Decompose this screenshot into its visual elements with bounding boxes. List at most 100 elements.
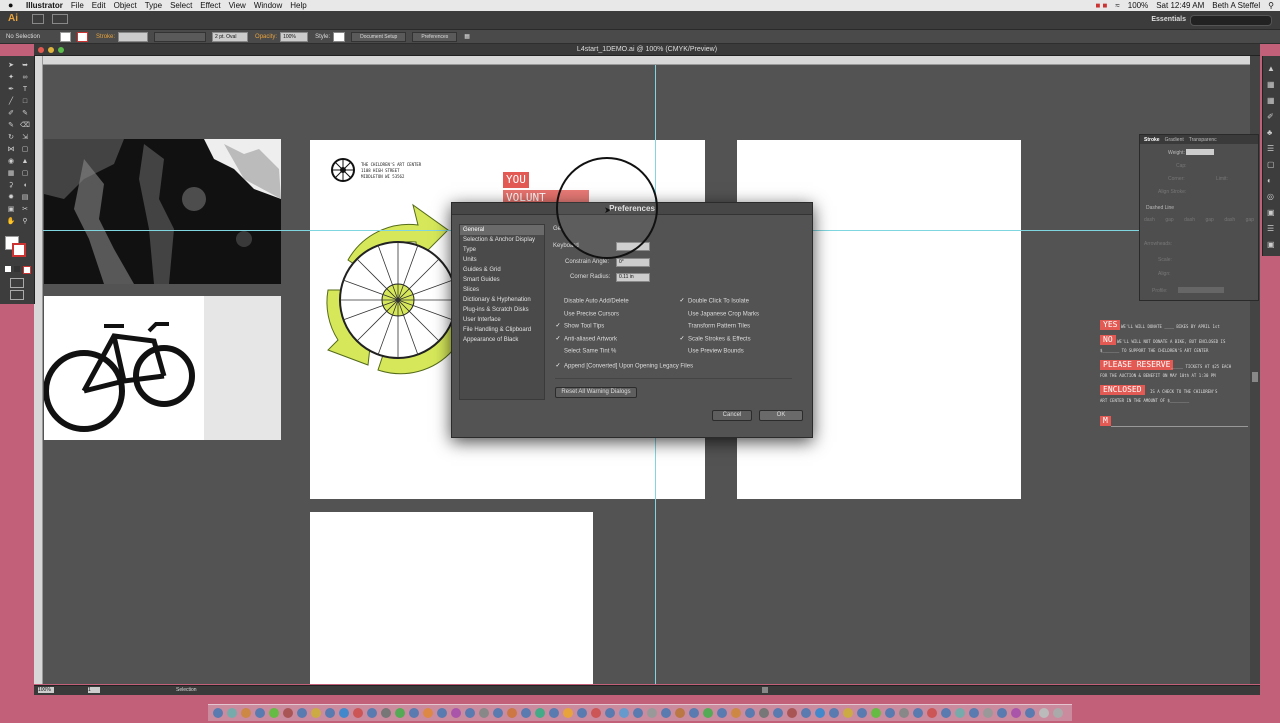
color-mode-icon[interactable] (5, 266, 11, 272)
layers-panel-icon[interactable]: ☰ (1267, 224, 1274, 233)
brushes-icon[interactable]: ✐ (1267, 112, 1274, 121)
menu-view[interactable]: View (229, 1, 246, 10)
category-plugins[interactable]: Plug-ins & Scratch Disks (460, 305, 544, 315)
splatter-image[interactable] (44, 139, 281, 284)
close-window-icon[interactable] (38, 47, 44, 53)
none-mode-icon[interactable] (23, 266, 31, 274)
stroke-swatch[interactable] (77, 31, 89, 42)
menu-select[interactable]: Select (170, 1, 192, 10)
artboard-number-field[interactable]: 1 (88, 687, 100, 693)
category-user-interface[interactable]: User Interface (460, 315, 544, 325)
profile-dropdown[interactable] (1178, 287, 1224, 293)
transform-pattern-tiles-checkbox[interactable]: Transform Pattern Tiles (679, 323, 750, 330)
category-appearance-black[interactable]: Appearance of Black (460, 335, 544, 345)
zoom-field[interactable]: 100% (38, 687, 54, 693)
rectangle-tool-icon[interactable]: □ (20, 98, 30, 106)
stroke-weight-field[interactable] (118, 31, 149, 42)
pencil-tool-icon[interactable]: ✎ (20, 110, 30, 118)
category-selection-anchor[interactable]: Selection & Anchor Display (460, 235, 544, 245)
menu-app-name[interactable]: Illustrator (26, 1, 63, 10)
status-mode[interactable]: Selection (176, 687, 197, 693)
category-file-handling[interactable]: File Handling & Clipboard (460, 325, 544, 335)
opacity-label[interactable]: Opacity: (255, 34, 277, 40)
vertical-ruler[interactable] (34, 56, 43, 684)
category-guides-grid[interactable]: Guides & Grid (460, 265, 544, 275)
stroke-label[interactable]: Stroke: (96, 34, 115, 40)
user-name[interactable]: Beth A Steffel (1212, 1, 1260, 10)
tab-gradient[interactable]: Gradient (1165, 137, 1184, 143)
menu-type[interactable]: Type (145, 1, 162, 10)
reset-warning-dialogs-button[interactable]: Reset All Warning Dialogs (555, 387, 637, 398)
wifi-icon[interactable]: ≈ (1115, 1, 1119, 10)
menu-help[interactable]: Help (290, 1, 306, 10)
perspective-grid-tool-icon[interactable]: ▲ (20, 158, 30, 166)
precise-cursors-checkbox[interactable]: Use Precise Cursors (555, 311, 619, 318)
direct-selection-tool-icon[interactable]: ➥ (20, 62, 30, 70)
artboard-3[interactable] (310, 512, 593, 684)
clock[interactable]: Sat 12:49 AM (1156, 1, 1204, 10)
shape-builder-tool-icon[interactable]: ◉ (6, 158, 16, 166)
artboard-tool-icon[interactable]: ▣ (6, 206, 16, 214)
japanese-crop-marks-checkbox[interactable]: Use Japanese Crop Marks (679, 311, 759, 318)
gradient-panel-icon[interactable]: ▢ (1267, 160, 1275, 169)
apple-icon[interactable]: ● (8, 0, 13, 10)
color-panel-icon[interactable]: ▲ (1267, 64, 1275, 73)
constrain-angle-field[interactable]: 0° (616, 258, 650, 267)
category-general[interactable]: General (460, 225, 544, 235)
symbols-icon[interactable]: ♣ (1267, 128, 1272, 137)
disable-auto-add-checkbox[interactable]: Disable Auto Add/Delete (555, 298, 629, 305)
eyedropper-tool-icon[interactable]: ⚳ (6, 182, 16, 190)
category-slices[interactable]: Slices (460, 285, 544, 295)
fill-swatch[interactable] (60, 31, 72, 42)
magic-wand-tool-icon[interactable]: ✦ (6, 74, 16, 82)
menu-edit[interactable]: Edit (92, 1, 106, 10)
document-setup-button[interactable]: Document Setup (351, 31, 407, 42)
show-tool-tips-checkbox[interactable]: ✓ Show Tool Tips (555, 323, 604, 330)
slice-tool-icon[interactable]: ✂ (20, 206, 30, 214)
dashed-line-label[interactable]: Dashed Line (1146, 205, 1174, 211)
artboards-panel-icon[interactable]: ▣ (1267, 240, 1275, 249)
mesh-tool-icon[interactable]: ▦ (6, 170, 16, 178)
transparency-panel-icon[interactable]: ◐ (1267, 176, 1272, 185)
graphic-style-swatch[interactable] (333, 31, 346, 42)
menu-effect[interactable]: Effect (200, 1, 220, 10)
gradient-mode-icon[interactable] (14, 266, 20, 272)
width-tool-icon[interactable]: ⋈ (6, 146, 16, 154)
blob-brush-tool-icon[interactable]: ✎ (6, 122, 16, 130)
graphic-styles-icon[interactable]: ▣ (1267, 208, 1275, 217)
type-tool-icon[interactable]: T (20, 86, 30, 94)
menu-file[interactable]: File (71, 1, 84, 10)
paintbrush-tool-icon[interactable]: ✐ (6, 110, 16, 118)
category-units[interactable]: Units (460, 255, 544, 265)
blend-tool-icon[interactable]: ◖ (20, 182, 30, 190)
ok-button[interactable]: OK (759, 410, 803, 421)
bridge-icon[interactable] (32, 14, 44, 24)
tab-stroke[interactable]: Stroke (1144, 137, 1160, 143)
column-graph-tool-icon[interactable]: ▤ (20, 194, 30, 202)
arrange-icon[interactable]: ▦ (464, 33, 470, 40)
brush-definition[interactable]: 2 pt. Oval (212, 31, 249, 42)
preferences-button[interactable]: Preferences (412, 31, 458, 42)
preview-bounds-checkbox[interactable]: Use Preview Bounds (679, 348, 744, 355)
weight-field[interactable] (1186, 149, 1214, 155)
pen-tool-icon[interactable]: ✒ (6, 86, 16, 94)
vertical-scroll-thumb[interactable] (1252, 372, 1258, 382)
corner-radius-field[interactable]: 0.11 in (616, 273, 650, 282)
select-same-tint-checkbox[interactable]: Select Same Tint % (555, 348, 616, 355)
drawing-mode-icon[interactable] (10, 278, 24, 288)
spotlight-icon[interactable]: ⚲ (1268, 1, 1274, 10)
swatches-icon[interactable]: ▦ (1267, 96, 1275, 105)
help-search-input[interactable] (1190, 15, 1272, 26)
category-type[interactable]: Type (460, 245, 544, 255)
horizontal-ruler[interactable] (43, 56, 1250, 65)
category-smart-guides[interactable]: Smart Guides (460, 275, 544, 285)
opacity-field[interactable]: 100% (280, 31, 309, 42)
stroke-panel-icon[interactable]: ☰ (1267, 144, 1274, 153)
document-tab[interactable]: L4start_1DEMO.ai @ 100% (CMYK/Preview) (34, 44, 1260, 56)
append-converted-checkbox[interactable]: ✓ Append [Converted] Upon Opening Legacy … (555, 363, 693, 370)
lasso-tool-icon[interactable]: ∞ (20, 74, 30, 82)
workspace-switcher[interactable]: Essentials (1151, 16, 1186, 23)
cancel-button[interactable]: Cancel (712, 410, 752, 421)
selection-tool-icon[interactable]: ➤ (6, 62, 16, 70)
menu-window[interactable]: Window (254, 1, 282, 10)
